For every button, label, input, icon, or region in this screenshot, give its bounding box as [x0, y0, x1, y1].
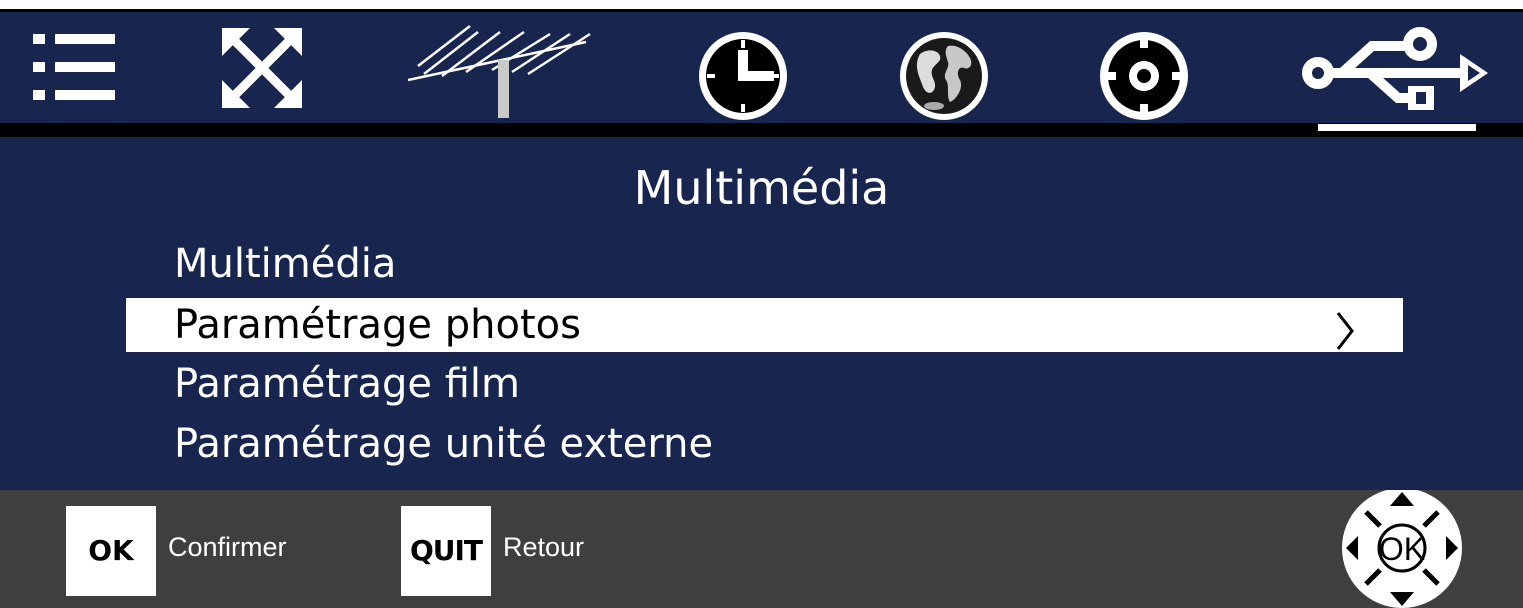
antenna-icon[interactable] [408, 20, 593, 118]
dpad-ok-icon[interactable]: OK [1340, 490, 1464, 608]
page-title: Multimédia [633, 161, 890, 215]
usb-icon[interactable] [1302, 26, 1490, 112]
active-tab-indicator [1318, 124, 1476, 131]
dpad-center-label: OK [1379, 531, 1425, 567]
list-menu-icon[interactable] [33, 32, 117, 104]
footer-help-bar: OK Confirmer QUIT Retour OK [0, 490, 1523, 608]
menu-item-label: Paramétrage film [174, 361, 520, 407]
globe-icon[interactable] [898, 30, 990, 122]
clock-icon[interactable] [697, 30, 789, 122]
expand-arrows-icon[interactable] [222, 28, 302, 108]
menu-item-external-drive-settings[interactable]: Paramétrage unité externe [126, 417, 1403, 471]
menu-item-photo-settings[interactable]: Paramétrage photos [126, 298, 1403, 352]
quit-key-label: Retour [503, 532, 585, 562]
menu-panel: Multimédia Multimédia Paramétrage photos… [0, 137, 1523, 490]
menu-item-multimedia[interactable]: Multimédia [126, 237, 1403, 291]
menu-item-label: Multimédia [174, 241, 397, 287]
gear-icon[interactable] [1098, 30, 1190, 122]
tv-menu-screen: Multimédia Multimédia Paramétrage photos… [0, 0, 1523, 608]
menu-item-label: Paramétrage photos [174, 302, 581, 348]
ok-key[interactable]: OK [66, 506, 156, 596]
quit-key[interactable]: QUIT [401, 506, 491, 596]
menu-item-film-settings[interactable]: Paramétrage film [126, 357, 1403, 411]
ok-key-label: Confirmer [168, 532, 287, 562]
top-icon-bar [0, 9, 1523, 129]
chevron-right-icon [1335, 310, 1355, 364]
topbar-separator [0, 123, 1523, 137]
menu-item-label: Paramétrage unité externe [174, 421, 714, 467]
